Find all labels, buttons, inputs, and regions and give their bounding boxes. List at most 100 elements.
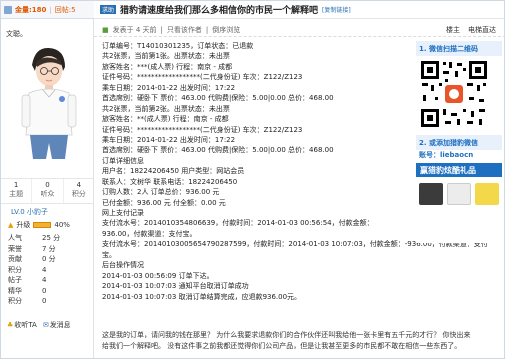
post-meta: ■ 发表于 4 天前 | 只看该作者 | 倒序浏览 楼主 电梯直达	[94, 23, 504, 37]
upgrade-label: 升级	[16, 221, 31, 229]
info-key: 积分	[8, 297, 22, 306]
upgrade-percent: 40%	[54, 221, 70, 229]
info-key: 荣誉	[8, 244, 22, 253]
elevator-link[interactable]: 电梯直达	[468, 25, 496, 35]
info-row: 积分 4	[8, 265, 88, 276]
info-value: 0 分	[42, 255, 56, 264]
info-value: 0	[42, 286, 47, 295]
body-line: 2014-01-03 10:07:03 取消订单结算完成，应退款936.00元。	[102, 292, 302, 301]
gift-image	[419, 183, 443, 205]
body-line: 用户名：18224206450 用户类型：网站会员	[102, 167, 245, 176]
reply-count: 回帖:5	[54, 5, 76, 14]
online-icon: ■	[102, 25, 109, 34]
body-line: 证件号码：******************(二代身份证) 车次：Z122/Z…	[102, 125, 303, 134]
footer-line: 这是我的订单，请问我的钱在那里？ 为什么我要求退款你们的合作伙伴还叫我给他一张卡…	[102, 331, 471, 339]
body-line: 已付金额：936.00 元 付全额：0.00 元	[102, 198, 226, 207]
only-author-link[interactable]: 只看该作者	[167, 25, 202, 35]
body-line: 首选席别：硬卧下 票价：463.00 代购费|保险：5.00|0.00 总价：4…	[102, 94, 334, 103]
floor-label: 楼主	[446, 25, 460, 34]
ad-step2: 2. 或添加猎豹微信	[416, 135, 502, 150]
page-root: 金量:180 | 回帖:5 文聪。 1 主题 0 听众 4 积分 LV.0 小豹…	[0, 0, 505, 359]
body-line: 共2张票，当前第2张。出票状态：未出票	[102, 104, 230, 113]
score-label: 金量:180	[15, 5, 47, 14]
stat-number: 0	[45, 181, 50, 189]
body-line: 2014-01-03 10:07:03 通知平台取消订单成功	[102, 282, 249, 291]
post-title: 猎豹请速度给我们那么多相信你的市民一个解释吧	[120, 6, 319, 16]
post-titlebar: 求助 猎豹请速度给我们那么多相信你的市民一个解释吧 [复制链接]	[94, 1, 504, 19]
post-category-tag[interactable]: 求助	[100, 5, 117, 14]
body-line: 2014-01-03 00:56:09 订单下达。	[102, 271, 214, 280]
body-line: 乘车日期：2014-01-22 出发时间：17:22	[102, 83, 236, 92]
ad-account: 账号：liebaocn	[419, 151, 474, 159]
info-key: 贡献	[8, 255, 22, 264]
upgrade-progress: ▲ 升级 40%	[8, 220, 70, 230]
post-body: 订单编号：T14010301235，订单状态：已退款 共2张票，当前第1张。出票…	[102, 41, 488, 302]
stat-number: 1	[13, 181, 19, 189]
info-value: 4	[42, 265, 47, 274]
body-line: 证件号码：******************(二代身份证) 车次：Z122/Z…	[102, 73, 303, 82]
stat-caption: 听众	[40, 190, 55, 198]
mail-icon: ✉	[42, 321, 49, 329]
body-line: 订单编号：T14010301235，订单状态：已退款	[102, 42, 254, 50]
info-row: 贡献 0 分	[8, 254, 88, 265]
info-value: 0	[42, 297, 47, 306]
ad-gift-row	[416, 180, 502, 208]
user-level[interactable]: LV.0 小豹子	[11, 207, 48, 217]
footer-line: 给我们一个解释吧。 没有这件事之前我都还觉得你们公司产品，但是让我甚至更多的市民…	[102, 341, 462, 350]
info-row: 精华 0	[8, 286, 88, 297]
user-actions: ♣ 收听TA ✉ 发消息	[7, 320, 71, 330]
divider: |	[160, 25, 163, 34]
follow-label: 收听TA	[14, 321, 37, 329]
info-value: 25 分	[42, 234, 61, 243]
info-key: 积分	[8, 265, 22, 274]
message-button[interactable]: ✉ 发消息	[43, 320, 71, 330]
avatar[interactable]	[15, 43, 79, 161]
info-value: 4	[42, 276, 47, 285]
body-line: 乘车日期：2014-01-22 出发时间：17:22	[102, 135, 236, 144]
divider: |	[205, 25, 209, 34]
user-sidebar: 文聪。 1 主题 0 听众 4 积分 LV.0 小豹子 ▲ 升级 40% 人气 …	[1, 19, 94, 358]
stat-topics[interactable]: 1 主题	[1, 179, 33, 203]
stat-listeners[interactable]: 0 听众	[32, 179, 64, 203]
wechat-ad[interactable]: 1. 微信扫描二维码 2. 或添加猎豹微信 账号：liebaocn 赢猎豹炫酷礼…	[416, 41, 502, 243]
info-row: 荣誉 7 分	[8, 244, 88, 255]
body-line: 共2张票，当前第1张。出票状态：未出票	[102, 52, 230, 61]
gold-icon	[4, 5, 12, 14]
body-line: 旅客姓名：**(成人票) 行程：南京 - 成都	[102, 115, 229, 124]
post-time: 发表于 4 天前	[112, 25, 157, 34]
post-footer-text: 这是我的订单，请问我的钱在那里？ 为什么我要求退款你们的合作伙伴还叫我给他一张卡…	[102, 330, 502, 351]
level-icon: ▲	[8, 221, 14, 229]
info-key: 人气	[8, 234, 22, 243]
body-line: 旅客姓名：***(成人票) 行程：南京 - 成都	[102, 62, 233, 71]
divider: |	[49, 5, 52, 14]
qr-code	[419, 59, 489, 129]
info-value: 7 分	[42, 244, 56, 253]
ad-brand-banner: 赢猎豹炫酷礼品	[416, 163, 502, 177]
body-line: 宝。	[102, 250, 116, 259]
follow-button[interactable]: ♣ 收听TA	[7, 320, 37, 330]
username[interactable]: 文聪。	[6, 29, 27, 39]
ad-step1: 1. 微信扫描二维码	[416, 41, 502, 56]
info-key: 精华	[8, 286, 22, 295]
copy-link[interactable]: [复制链接]	[322, 5, 351, 14]
gift-image	[447, 183, 471, 205]
post-main: 求助 猎豹请速度给我们那么多相信你的市民一个解释吧 [复制链接] ■ 发表于 4…	[94, 1, 504, 358]
gift-image	[475, 183, 499, 205]
reverse-order-link[interactable]: 倒序浏览	[212, 25, 240, 35]
progress-bar	[33, 222, 52, 228]
stat-number: 4	[76, 181, 82, 189]
message-label: 发消息	[49, 321, 71, 329]
body-line: 首选席别：硬卧下 票价：463.00 代购费|保险：5.00|0.00 总价：4…	[102, 146, 334, 155]
stat-caption: 主题	[9, 190, 24, 198]
body-line: 订单详细信息	[102, 156, 144, 165]
info-row: 帖子 4	[8, 275, 88, 286]
stat-points[interactable]: 4 积分	[64, 179, 94, 203]
body-line: 支付流水号：20140103005654790287599，付款时间：2014-…	[102, 240, 488, 249]
sidebar-topbar: 金量:180 | 回帖:5	[1, 1, 94, 19]
body-line: 订购人数：2人 订单总价：936.00 元	[102, 188, 220, 197]
follow-icon: ♣	[7, 321, 14, 329]
user-stats: 1 主题 0 听众 4 积分	[1, 178, 94, 204]
info-row: 积分 0	[8, 296, 88, 307]
body-line: 后台操作情况	[102, 261, 144, 270]
stat-caption: 积分	[71, 190, 86, 198]
